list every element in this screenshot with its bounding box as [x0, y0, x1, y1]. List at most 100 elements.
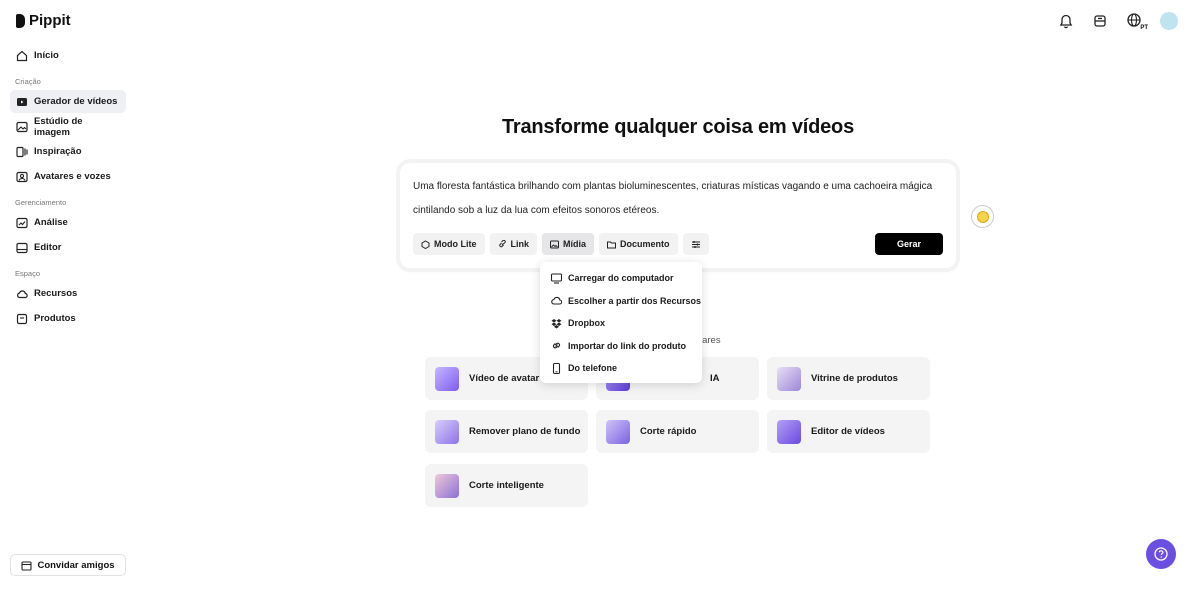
- sidebar-item-label: Produtos: [34, 313, 76, 324]
- help-button[interactable]: [1146, 539, 1176, 569]
- link-icon: [552, 342, 561, 349]
- top-toolbar: PT: [1056, 11, 1178, 31]
- card-label: Editor de vídeos: [811, 426, 885, 437]
- settings-button[interactable]: [682, 233, 709, 255]
- popular-section-label: lares: [700, 335, 721, 346]
- sidebar-item-products[interactable]: Produtos: [10, 307, 126, 330]
- generate-button[interactable]: Gerar: [875, 233, 943, 255]
- dropbox-icon: [551, 318, 562, 329]
- user-avatar[interactable]: [1160, 12, 1178, 30]
- document-label: Documento: [620, 239, 670, 249]
- prompt-toolbar: Modo Lite Link Mídia Documento: [413, 233, 709, 255]
- lite-mode-label: Modo Lite: [434, 239, 477, 249]
- media-button[interactable]: Mídia: [542, 233, 595, 255]
- app-logo[interactable]: Pippit: [16, 12, 71, 29]
- card-video-editor[interactable]: Editor de vídeos: [767, 410, 930, 453]
- lite-mode-button[interactable]: Modo Lite: [413, 233, 485, 255]
- sidebar-item-avatars-voices[interactable]: Avatares e vozes: [10, 165, 126, 188]
- remove-background-thumbnail: [435, 419, 459, 444]
- sidebar-item-analytics[interactable]: Análise: [10, 211, 126, 234]
- menu-item-import-product-link[interactable]: Importar do link do produto: [540, 335, 702, 358]
- invite-label: Convidar amigos: [37, 559, 115, 571]
- home-icon: [16, 50, 28, 61]
- menu-item-choose-resources[interactable]: Escolher a partir dos Recursos: [540, 290, 702, 313]
- inspiration-icon: [16, 146, 28, 157]
- sidebar-item-label: Início: [34, 50, 59, 61]
- sidebar-item-inspiration[interactable]: Inspiração: [10, 140, 126, 163]
- video-editor-thumbnail: [777, 419, 801, 444]
- avatar-voice-icon: [16, 171, 28, 182]
- sidebar: Início Criação Gerador de vídeos Estúdio…: [10, 44, 126, 332]
- sidebar-item-label: Análise: [34, 217, 68, 228]
- card-label: Corte rápido: [640, 426, 697, 437]
- language-badge: PT: [1140, 25, 1148, 31]
- product-showcase-thumbnail: [777, 366, 801, 391]
- menu-item-label: Do telefone: [568, 363, 618, 374]
- media-dropdown-menu: Carregar do computador Escolher a partir…: [540, 262, 702, 383]
- media-label: Mídia: [563, 239, 587, 249]
- link-label: Link: [510, 239, 530, 249]
- document-button[interactable]: Documento: [599, 233, 678, 255]
- help-icon: [1154, 547, 1168, 561]
- menu-item-label: Escolher a partir dos Recursos: [568, 295, 702, 306]
- sidebar-item-label: Inspiração: [34, 146, 82, 157]
- image-icon: [550, 240, 560, 248]
- menu-item-upload-computer[interactable]: Carregar do computador: [540, 267, 702, 290]
- menu-item-label: Dropbox: [568, 318, 605, 329]
- analytics-icon: [16, 217, 28, 228]
- sidebar-item-video-generator[interactable]: Gerador de vídeos: [10, 90, 126, 113]
- link-icon: [498, 239, 506, 247]
- pippit-logo-icon: [16, 13, 25, 28]
- gift-icon: [21, 560, 33, 571]
- section-title-management: Gerenciamento: [15, 198, 67, 207]
- menu-item-label: Importar do link do produto: [568, 340, 686, 351]
- sidebar-item-image-studio[interactable]: Estúdio de imagem: [10, 115, 126, 138]
- invite-friends-button[interactable]: Convidar amigos: [10, 554, 126, 576]
- card-label: Vitrine de produtos: [811, 373, 898, 384]
- card-remove-background[interactable]: Remover plano de fundo: [425, 410, 588, 453]
- monitor-icon: [551, 273, 562, 284]
- smiley-icon: [976, 210, 989, 223]
- menu-item-dropbox[interactable]: Dropbox: [540, 312, 702, 335]
- card-label: Corte inteligente: [469, 480, 544, 491]
- video-generator-icon: [17, 97, 27, 106]
- inbox-icon[interactable]: [1090, 11, 1110, 31]
- sidebar-item-label: Estúdio de imagem: [34, 115, 83, 138]
- sidebar-item-editor[interactable]: Editor: [10, 236, 126, 259]
- sidebar-item-label: Recursos: [34, 288, 78, 299]
- sidebar-item-label: Avatares e vozes: [34, 171, 111, 182]
- card-product-showcase[interactable]: Vitrine de produtos: [767, 357, 930, 400]
- quick-cut-thumbnail: [606, 419, 630, 444]
- folder-icon: [607, 241, 617, 248]
- menu-item-label: Carregar do computador: [568, 273, 674, 284]
- image-studio-icon: [16, 121, 28, 132]
- card-label: IA: [710, 373, 720, 384]
- cloud-icon: [551, 297, 562, 305]
- cloud-icon: [17, 289, 28, 298]
- sidebar-item-home[interactable]: Início: [10, 44, 126, 67]
- app-name: Pippit: [29, 12, 71, 29]
- link-button[interactable]: Link: [489, 233, 538, 255]
- menu-item-from-phone[interactable]: Do telefone: [540, 357, 702, 380]
- sidebar-item-resources[interactable]: Recursos: [10, 282, 126, 305]
- editor-icon: [16, 242, 28, 253]
- card-label: Vídeo de avatar: [469, 373, 540, 384]
- smart-cut-thumbnail: [435, 473, 459, 498]
- products-icon: [16, 313, 28, 324]
- avatar-video-thumbnail: [435, 366, 459, 391]
- bell-icon[interactable]: [1056, 11, 1076, 31]
- sidebar-item-label: Gerador de vídeos: [34, 96, 118, 107]
- language-globe-icon[interactable]: PT: [1124, 11, 1148, 31]
- sidebar-item-label: Editor: [34, 242, 62, 253]
- card-quick-cut[interactable]: Corte rápido: [596, 410, 759, 453]
- section-title-space: Espaço: [15, 269, 41, 278]
- card-smart-cut[interactable]: Corte inteligente: [425, 464, 588, 507]
- cube-icon: [421, 239, 430, 249]
- feedback-emoji-button[interactable]: [971, 205, 994, 228]
- prompt-composer: Uma floresta fantástica brilhando com pl…: [400, 163, 956, 268]
- card-label: Remover plano de fundo: [469, 426, 581, 437]
- phone-icon: [552, 362, 561, 374]
- page-title: Transforme qualquer coisa em vídeos: [501, 116, 854, 138]
- section-title-creation: Criação: [15, 77, 41, 86]
- prompt-input[interactable]: Uma floresta fantástica brilhando com pl…: [413, 175, 933, 223]
